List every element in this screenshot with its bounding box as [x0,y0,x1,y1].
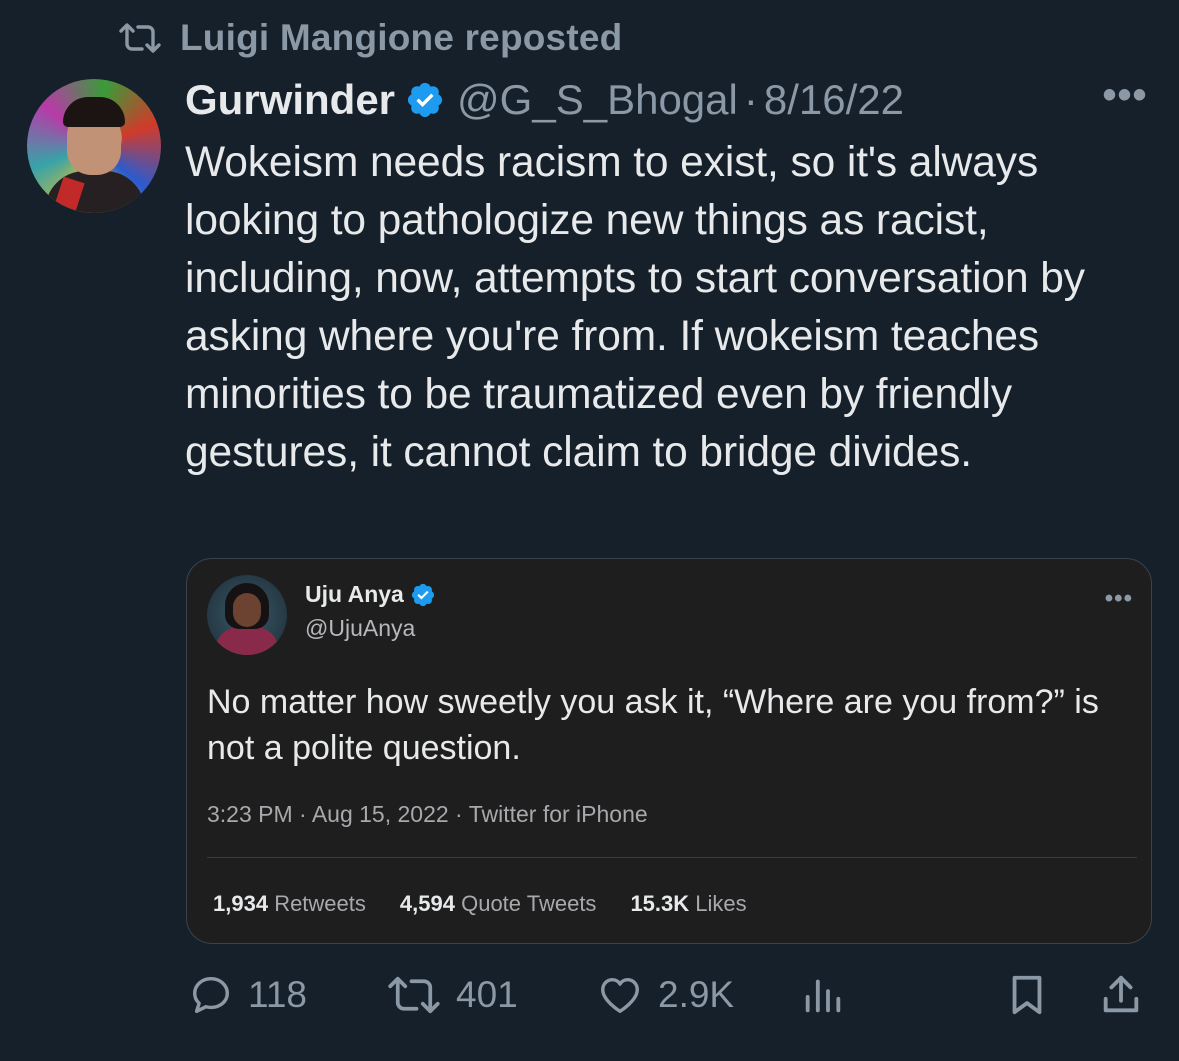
reply-icon [192,976,230,1014]
verified-badge-icon [411,583,434,606]
stat-likes: 15.3K Likes [630,891,747,916]
like-count: 2.9K [658,974,735,1015]
author-handle[interactable]: @G_S_Bhogal [457,76,738,124]
quoted-author-name: Uju Anya [305,581,404,607]
like-button[interactable]: 2.9K [596,965,734,1025]
repost-button[interactable]: 401 [386,965,518,1025]
quoted-author-name-row: Uju Anya [305,581,436,608]
repost-icon [118,21,162,55]
reply-count: 118 [248,974,307,1015]
author-name[interactable]: Gurwinder [185,76,395,124]
quoted-tweet-card[interactable]: Uju Anya @UjuAnya ••• No matter how swee… [186,558,1152,944]
quoted-author-avatar [207,575,287,655]
heart-icon [601,977,639,1014]
more-options-icon[interactable]: ••• [1100,75,1150,115]
repost-icon [388,976,440,1014]
divider [207,857,1137,858]
bookmark-icon [1012,975,1042,1015]
reply-button[interactable]: 118 [188,965,307,1025]
share-button[interactable] [1098,965,1144,1025]
share-icon [1103,975,1139,1013]
verified-badge-icon [407,82,443,118]
separator: · [743,76,758,123]
tweet-text: Wokeism needs racism to exist, so it's a… [185,139,1085,476]
repost-count: 401 [456,974,518,1015]
action-bar: 118 401 2.9K [0,965,1179,1025]
repost-context[interactable]: Luigi Mangione reposted [118,17,623,58]
tweet-date[interactable]: 8/16/22 [764,76,904,124]
bookmark-button[interactable] [1004,965,1050,1025]
quoted-tweet-text: No matter how sweetly you ask it, “Where… [207,683,1099,767]
quoted-more-icon: ••• [1104,585,1133,612]
quoted-tweet-meta: 3:23 PM · Aug 15, 2022 · Twitter for iPh… [207,801,648,827]
quoted-author-handle: @UjuAnya [305,615,416,641]
repost-label: Luigi Mangione reposted [180,17,623,58]
stat-quote-tweets: 4,594 Quote Tweets [399,891,597,916]
quoted-tweet-stats: 1,934 Retweets 4,594 Quote Tweets 15.3K … [213,891,781,917]
stat-retweets: 1,934 Retweets [213,891,366,916]
analytics-icon [805,979,841,1013]
author-avatar[interactable] [27,79,161,213]
tweet-header: Gurwinder @G_S_Bhogal · 8/16/22 [185,74,904,126]
views-button[interactable] [800,965,846,1025]
